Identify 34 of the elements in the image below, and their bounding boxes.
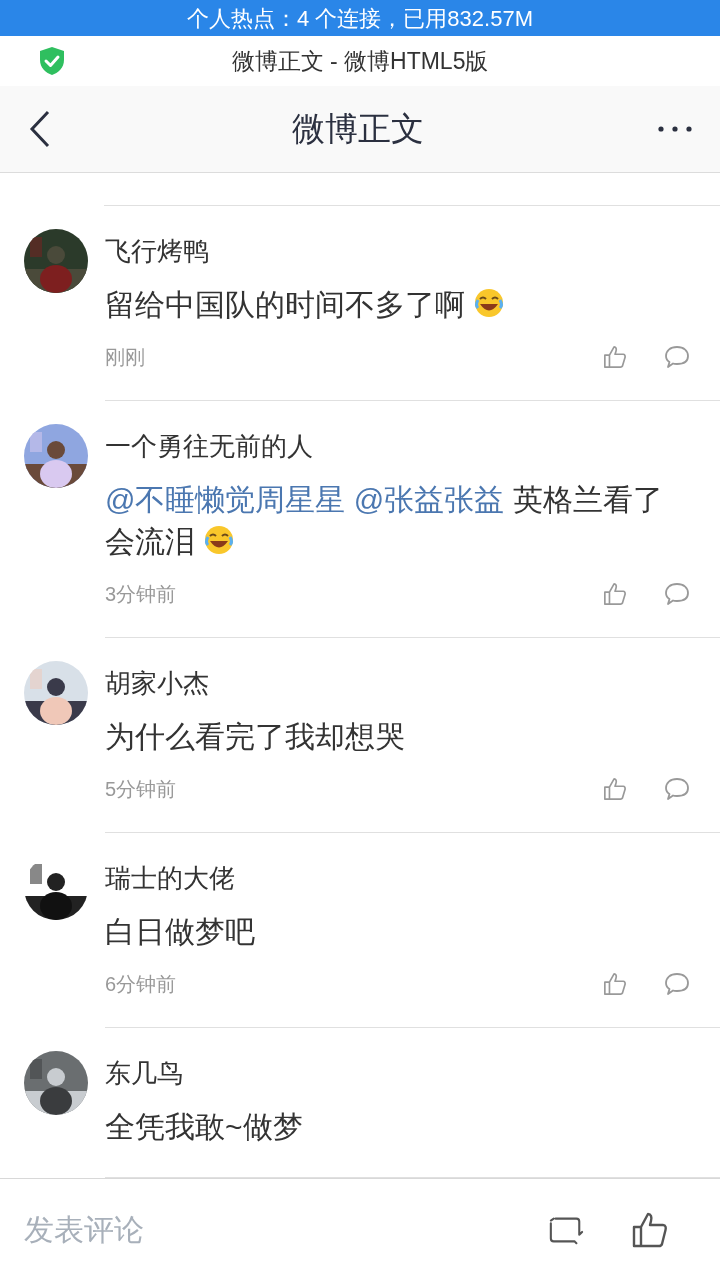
comment-text: @不睡懒觉周星星 @张益张益 英格兰看了会流泪 — [105, 482, 664, 560]
user-name[interactable]: 东几鸟 — [105, 1056, 690, 1090]
comment-time: 6分钟前 — [105, 972, 178, 997]
page-title: 微博正文 - 微博HTML5版 — [231, 46, 489, 76]
user-name[interactable]: 胡家小杰 — [105, 666, 690, 700]
thumbs-up-icon[interactable] — [603, 345, 627, 369]
back-chevron-icon — [28, 109, 52, 149]
shield-check-icon — [38, 46, 66, 76]
comment-text: 白日做梦吧 — [105, 914, 256, 950]
laughing-face-icon — [203, 524, 235, 556]
comment-text: 全凭我敢~做梦 — [105, 1109, 304, 1145]
mention-link[interactable]: @不睡懒觉周星星 — [105, 483, 346, 516]
mention-link[interactable]: @张益张益 — [353, 483, 505, 516]
comment-text: 留给中国队的时间不多了啊 — [105, 284, 690, 326]
comment-time: 3分钟前 — [105, 582, 178, 607]
laughing-face-icon — [473, 287, 505, 319]
thumbs-up-icon — [632, 1211, 668, 1248]
comment-bubble-icon[interactable] — [664, 777, 690, 801]
comment-time: 5分钟前 — [105, 777, 178, 802]
thumbs-up-icon[interactable] — [603, 972, 627, 996]
user-name[interactable]: 飞行烤鸭 — [105, 234, 690, 268]
comment-time: 刚刚 — [105, 345, 146, 370]
comment-bubble-icon[interactable] — [664, 345, 690, 369]
hotspot-text: 个人热点：4 个连接，已用832.57M — [187, 4, 533, 33]
comment-text: 为什么看完了我却想哭 — [105, 719, 406, 755]
user-name[interactable]: 瑞士的大佬 — [105, 861, 690, 895]
comment-bubble-icon[interactable] — [664, 972, 690, 996]
more-dots-icon — [658, 126, 692, 132]
thumbs-up-icon[interactable] — [603, 777, 627, 801]
thumbs-up-icon[interactable] — [603, 582, 627, 606]
user-name[interactable]: 一个勇往无前的人 — [105, 429, 690, 463]
nav-title: 微博正文 — [292, 109, 424, 150]
comment-bubble-icon[interactable] — [664, 582, 690, 606]
comment-input[interactable]: 发表评论 — [24, 1207, 546, 1252]
